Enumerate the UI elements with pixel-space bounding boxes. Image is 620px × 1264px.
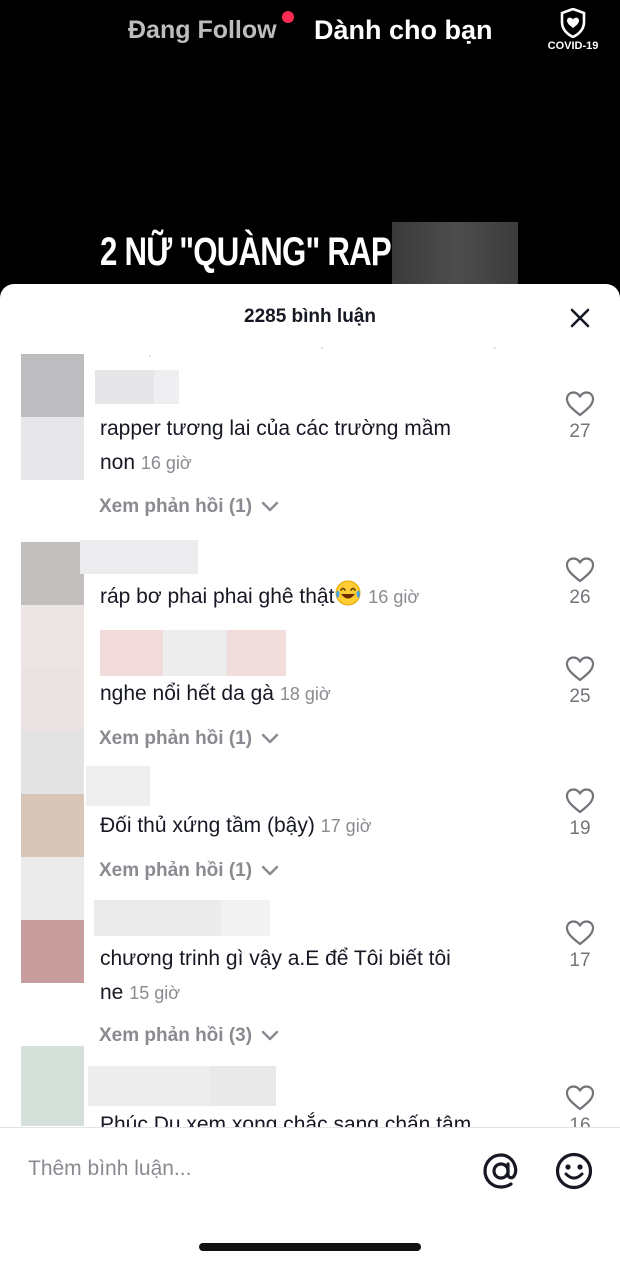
avatar[interactable] [21,1046,84,1126]
scroll-remnant: . ˊ ˋ [148,344,579,360]
username-redacted[interactable] [94,900,270,936]
mention-icon[interactable] [480,1150,522,1192]
avatar[interactable] [21,354,84,417]
view-replies-link[interactable]: Xem phản hồi (1) [99,496,279,518]
heart-icon [565,557,595,583]
avatar-blur [21,857,84,920]
avatar-blur [21,731,84,794]
comment-text: ráp bơ phai phai ghê thật 16 giờ [100,579,419,614]
comment-input[interactable] [28,1154,448,1184]
comment-text: chương trinh gì vậy a.E để Tôi biết tôi [100,947,451,970]
comment-time: 16 giờ [368,587,420,607]
heart-icon [565,391,595,417]
view-replies-link[interactable]: Xem phản hồi (3) [99,1025,279,1047]
covid-button[interactable]: COVID-19 [543,8,603,52]
heart-icon [565,788,595,814]
avatar[interactable] [21,920,84,983]
comment-time: 18 giờ [279,684,331,704]
avatar-blur [21,417,84,480]
chevron-down-icon [262,865,279,876]
chevron-down-icon [262,733,279,744]
comment-text-line2: ne 15 giờ [100,981,181,1004]
username-redacted[interactable] [86,766,150,806]
caption-redacted-block [392,222,518,284]
avatar[interactable] [21,794,84,857]
avatar[interactable] [21,542,84,605]
view-replies-link[interactable]: Xem phản hồi (1) [99,860,279,882]
comment-count-title: 2285 bình luận [244,306,376,327]
like-button[interactable]: 25 [558,655,602,708]
like-count: 19 [569,818,591,839]
comment-input-bar [0,1127,620,1264]
like-count: 25 [569,686,591,707]
view-replies-link[interactable]: Xem phản hồi (1) [99,728,279,750]
like-count: 27 [569,421,591,442]
comments-sheet: 2285 bình luận . ˊ ˋ rapper tương lai củ… [0,284,620,1264]
comment-time: 17 giờ [320,816,372,836]
avatar-blur [21,605,84,668]
comment-text-line2: non 16 giờ [100,451,192,474]
heart-icon [565,920,595,946]
heart-icon [565,1085,595,1111]
avatar[interactable] [21,668,84,731]
chevron-down-icon [262,1030,279,1041]
username-redacted[interactable] [80,540,198,574]
covid-label: COVID-19 [547,40,599,52]
shield-icon [560,8,586,38]
like-button[interactable]: 26 [558,556,602,609]
heart-icon [565,656,595,682]
username-redacted[interactable] [100,630,286,676]
like-count: 26 [569,587,591,608]
comment-text: Đối thủ xứng tầm (bậy) 17 giờ [100,814,372,837]
tab-following[interactable]: Đang Follow [128,16,277,45]
like-button[interactable]: 17 [558,919,602,972]
joy-emoji-icon [335,580,361,606]
comment-text: nghe nổi hết da gà 18 giờ [100,682,331,705]
home-indicator[interactable] [199,1243,421,1251]
close-icon[interactable] [566,304,594,332]
chevron-down-icon [262,501,279,512]
like-button[interactable]: 19 [558,787,602,840]
username-redacted[interactable] [95,370,179,404]
like-count: 17 [569,950,591,971]
emoji-icon[interactable] [553,1150,595,1192]
username-redacted[interactable] [88,1066,276,1106]
like-button[interactable]: 27 [558,390,602,443]
top-nav: Đang Follow Dành cho bạn COVID-19 [0,0,620,70]
tab-for-you[interactable]: Dành cho bạn [314,15,493,46]
comment-time: 16 giờ [140,453,192,473]
comments-header: 2285 bình luận [0,284,620,348]
notification-dot [282,11,294,23]
comment-text: rapper tương lai của các trường mầm [100,417,451,440]
comment-time: 15 giờ [129,983,181,1003]
